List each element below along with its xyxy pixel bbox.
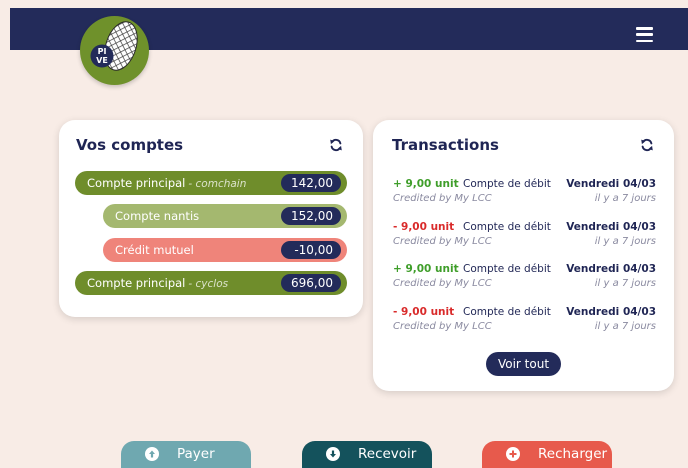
view-all-button[interactable]: Voir tout [486, 352, 561, 376]
svg-text:VE: VE [96, 56, 108, 65]
transaction-amount: - 9,00 unit [393, 306, 455, 318]
transaction-date: Vendredi 04/03 [566, 263, 656, 275]
hamburger-icon[interactable] [636, 27, 653, 42]
transaction-type: Compte de débit [463, 306, 551, 318]
account-balance: 142,00 [281, 174, 341, 192]
account-cyclos[interactable]: Compte principal - cyclos 696,00 [75, 271, 347, 295]
account-balance: -10,00 [281, 241, 341, 259]
pay-label: Payer [177, 446, 215, 462]
account-label: Compte principal - comchain [87, 176, 246, 190]
transactions-card: Transactions + 9,00 unit Compte de débit… [373, 120, 674, 391]
transaction-row[interactable]: - 9,00 unit Compte de débit Vendredi 04/… [393, 221, 656, 255]
receive-button[interactable]: Recevoir [302, 441, 432, 468]
transaction-age: il y a 7 jours [594, 236, 656, 247]
pay-button[interactable]: Payer [121, 441, 251, 468]
account-name: Compte principal [87, 276, 186, 290]
refresh-icon[interactable] [329, 138, 343, 152]
arrow-down-circle-icon [326, 447, 340, 461]
receive-label: Recevoir [358, 446, 417, 462]
transaction-source: Credited by My LCC [393, 321, 492, 332]
transaction-age: il y a 7 jours [594, 278, 656, 289]
account-nantis[interactable]: Compte nantis 152,00 [103, 204, 347, 228]
transaction-age: il y a 7 jours [594, 321, 656, 332]
account-label: Compte principal - cyclos [87, 276, 228, 290]
account-comchain[interactable]: Compte principal - comchain 142,00 [75, 171, 347, 195]
transaction-date: Vendredi 04/03 [566, 221, 656, 233]
transaction-row[interactable]: + 9,00 unit Compte de débit Vendredi 04/… [393, 263, 656, 297]
recharge-label: Recharger [538, 446, 608, 462]
plus-circle-icon [506, 447, 520, 461]
account-balance: 152,00 [281, 207, 341, 225]
account-credit-mutuel[interactable]: Crédit mutuel -10,00 [103, 238, 347, 262]
refresh-icon[interactable] [640, 138, 654, 152]
transactions-title: Transactions [392, 136, 499, 154]
account-subtitle: - comchain [188, 178, 247, 190]
pive-logo[interactable]: PI VE [80, 16, 149, 85]
transaction-date: Vendredi 04/03 [566, 306, 656, 318]
transaction-age: il y a 7 jours [594, 193, 656, 204]
account-balance: 696,00 [281, 274, 341, 292]
transaction-source: Credited by My LCC [393, 278, 492, 289]
arrow-up-circle-icon [145, 447, 159, 461]
transaction-date: Vendredi 04/03 [566, 178, 656, 190]
transaction-amount: + 9,00 unit [393, 263, 459, 275]
accounts-title: Vos comptes [76, 136, 184, 154]
svg-text:PI: PI [98, 47, 107, 56]
transaction-type: Compte de débit [463, 263, 551, 275]
account-name: Compte principal [87, 176, 186, 190]
transaction-amount: - 9,00 unit [393, 221, 455, 233]
account-label: Compte nantis [115, 209, 199, 223]
account-name: Compte nantis [115, 209, 200, 223]
transaction-row[interactable]: - 9,00 unit Compte de débit Vendredi 04/… [393, 306, 656, 340]
transaction-type: Compte de débit [463, 178, 551, 190]
account-name: Crédit mutuel [115, 243, 194, 257]
transaction-source: Credited by My LCC [393, 236, 492, 247]
transaction-amount: + 9,00 unit [393, 178, 459, 190]
transaction-source: Credited by My LCC [393, 193, 492, 204]
transaction-row[interactable]: + 9,00 unit Compte de débit Vendredi 04/… [393, 178, 656, 212]
transaction-type: Compte de débit [463, 221, 551, 233]
account-subtitle: - cyclos [188, 278, 229, 290]
account-label: Crédit mutuel [115, 243, 194, 257]
accounts-card: Vos comptes Compte principal - comchain 1… [59, 120, 363, 317]
recharge-button[interactable]: Recharger [482, 441, 612, 468]
